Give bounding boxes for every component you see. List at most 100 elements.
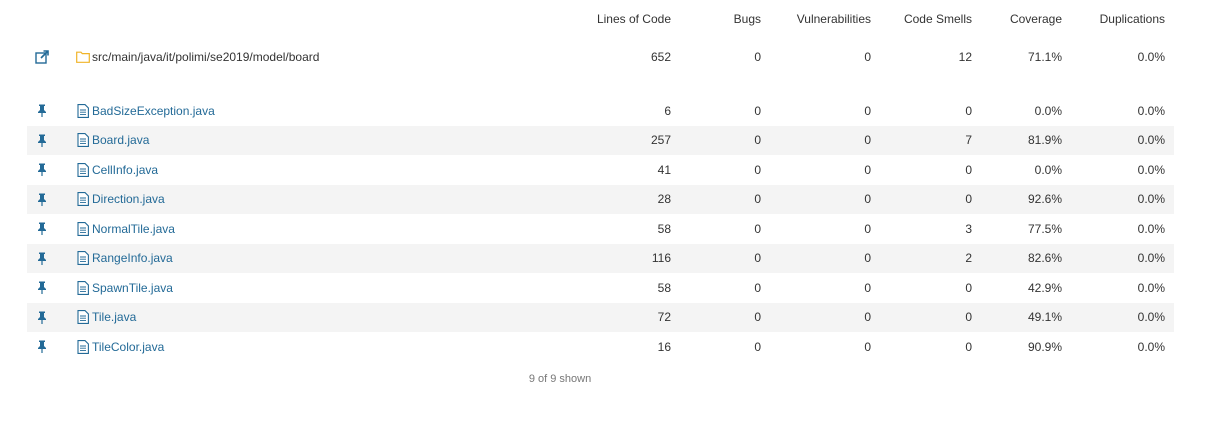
pin-icon[interactable] — [27, 214, 57, 244]
file-link[interactable]: Tile.java — [75, 309, 136, 325]
file-link[interactable]: SpawnTile.java — [75, 280, 173, 296]
file-link[interactable]: RangeInfo.java — [75, 250, 173, 266]
header-code-smells[interactable]: Code Smells — [904, 0, 972, 38]
file-coverage[interactable]: 77.5% — [1028, 214, 1062, 244]
pin-icon[interactable] — [27, 96, 57, 126]
file-vulnerabilities[interactable]: 0 — [864, 244, 871, 274]
file-loc[interactable]: 58 — [658, 273, 671, 303]
shown-count: 9 of 9 shown — [528, 373, 592, 385]
pin-icon[interactable] — [27, 273, 57, 303]
file-name-cell: RangeInfo.java — [75, 244, 173, 274]
file-code-smells[interactable]: 0 — [965, 332, 972, 362]
file-vulnerabilities[interactable]: 0 — [864, 303, 871, 333]
pin-icon[interactable] — [27, 155, 57, 185]
open-in-new-window-icon[interactable] — [27, 38, 57, 76]
file-coverage[interactable]: 81.9% — [1028, 126, 1062, 156]
pin-icon[interactable] — [27, 244, 57, 274]
header-vulnerabilities[interactable]: Vulnerabilities — [797, 0, 871, 38]
table-row: RangeInfo.java 116 0 0 2 82.6% 0.0% — [27, 243, 1174, 274]
header-duplications[interactable]: Duplications — [1100, 0, 1165, 38]
file-bugs[interactable]: 0 — [754, 273, 761, 303]
file-duplications[interactable]: 0.0% — [1138, 214, 1165, 244]
directory-duplications[interactable]: 0.0% — [1138, 38, 1165, 76]
directory-bugs[interactable]: 0 — [754, 38, 761, 76]
file-loc[interactable]: 72 — [658, 303, 671, 333]
file-duplications[interactable]: 0.0% — [1138, 273, 1165, 303]
header-lines-of-code[interactable]: Lines of Code — [597, 0, 671, 38]
file-vulnerabilities[interactable]: 0 — [864, 332, 871, 362]
file-vulnerabilities[interactable]: 0 — [864, 214, 871, 244]
file-vulnerabilities[interactable]: 0 — [864, 185, 871, 215]
file-name: SpawnTile.java — [92, 280, 173, 295]
file-duplications[interactable]: 0.0% — [1138, 126, 1165, 156]
file-link[interactable]: NormalTile.java — [75, 221, 175, 237]
file-coverage[interactable]: 0.0% — [1035, 155, 1062, 185]
file-duplications[interactable]: 0.0% — [1138, 303, 1165, 333]
file-link[interactable]: Board.java — [75, 132, 149, 148]
file-code-smells[interactable]: 2 — [965, 244, 972, 274]
pin-icon[interactable] — [27, 332, 57, 362]
file-bugs[interactable]: 0 — [754, 303, 761, 333]
pin-icon[interactable] — [27, 126, 57, 156]
file-icon — [75, 309, 91, 325]
file-bugs[interactable]: 0 — [754, 185, 761, 215]
file-coverage[interactable]: 49.1% — [1028, 303, 1062, 333]
file-name: BadSizeException.java — [92, 103, 215, 118]
file-duplications[interactable]: 0.0% — [1138, 96, 1165, 126]
file-code-smells[interactable]: 0 — [965, 96, 972, 126]
file-loc[interactable]: 41 — [658, 155, 671, 185]
directory-vulnerabilities[interactable]: 0 — [864, 38, 871, 76]
file-link[interactable]: CellInfo.java — [75, 162, 158, 178]
directory-coverage[interactable]: 71.1% — [1028, 38, 1062, 76]
file-code-smells[interactable]: 0 — [965, 273, 972, 303]
file-bugs[interactable]: 0 — [754, 96, 761, 126]
file-duplications[interactable]: 0.0% — [1138, 332, 1165, 362]
file-loc[interactable]: 16 — [658, 332, 671, 362]
file-link[interactable]: TileColor.java — [75, 339, 164, 355]
file-loc[interactable]: 116 — [652, 244, 671, 274]
directory-code-smells[interactable]: 12 — [959, 38, 972, 76]
file-coverage[interactable]: 82.6% — [1028, 244, 1062, 274]
file-vulnerabilities[interactable]: 0 — [864, 155, 871, 185]
file-icon — [75, 191, 91, 207]
file-coverage[interactable]: 92.6% — [1028, 185, 1062, 215]
table-row: Direction.java 28 0 0 0 92.6% 0.0% — [27, 184, 1174, 215]
file-link[interactable]: BadSizeException.java — [75, 103, 215, 119]
header-bugs[interactable]: Bugs — [734, 0, 761, 38]
file-code-smells[interactable]: 0 — [965, 185, 972, 215]
file-icon — [75, 280, 91, 296]
directory-row: src/main/java/it/polimi/se2019/model/boa… — [27, 38, 1174, 76]
table-row: SpawnTile.java 58 0 0 0 42.9% 0.0% — [27, 273, 1174, 303]
header-coverage[interactable]: Coverage — [1010, 0, 1062, 38]
file-code-smells[interactable]: 0 — [965, 303, 972, 333]
file-duplications[interactable]: 0.0% — [1138, 155, 1165, 185]
file-coverage[interactable]: 42.9% — [1028, 273, 1062, 303]
file-loc[interactable]: 28 — [658, 185, 671, 215]
file-vulnerabilities[interactable]: 0 — [864, 96, 871, 126]
file-duplications[interactable]: 0.0% — [1138, 185, 1165, 215]
file-loc[interactable]: 58 — [658, 214, 671, 244]
file-vulnerabilities[interactable]: 0 — [864, 126, 871, 156]
file-bugs[interactable]: 0 — [754, 155, 761, 185]
file-code-smells[interactable]: 0 — [965, 155, 972, 185]
file-coverage[interactable]: 0.0% — [1035, 96, 1062, 126]
file-loc[interactable]: 257 — [651, 126, 671, 156]
directory-loc[interactable]: 652 — [651, 38, 671, 76]
file-code-smells[interactable]: 3 — [965, 214, 972, 244]
file-coverage[interactable]: 90.9% — [1028, 332, 1062, 362]
pin-icon[interactable] — [27, 303, 57, 333]
file-bugs[interactable]: 0 — [754, 214, 761, 244]
file-name: Direction.java — [92, 192, 165, 207]
file-name: Tile.java — [92, 310, 137, 325]
file-duplications[interactable]: 0.0% — [1138, 244, 1165, 274]
file-bugs[interactable]: 0 — [754, 332, 761, 362]
file-name-cell: BadSizeException.java — [75, 96, 215, 126]
file-link[interactable]: Direction.java — [75, 191, 165, 207]
file-vulnerabilities[interactable]: 0 — [864, 273, 871, 303]
file-icon — [75, 132, 91, 148]
file-bugs[interactable]: 0 — [754, 244, 761, 274]
file-code-smells[interactable]: 7 — [965, 126, 972, 156]
pin-icon[interactable] — [27, 185, 57, 215]
file-bugs[interactable]: 0 — [754, 126, 761, 156]
file-loc[interactable]: 6 — [664, 96, 671, 126]
